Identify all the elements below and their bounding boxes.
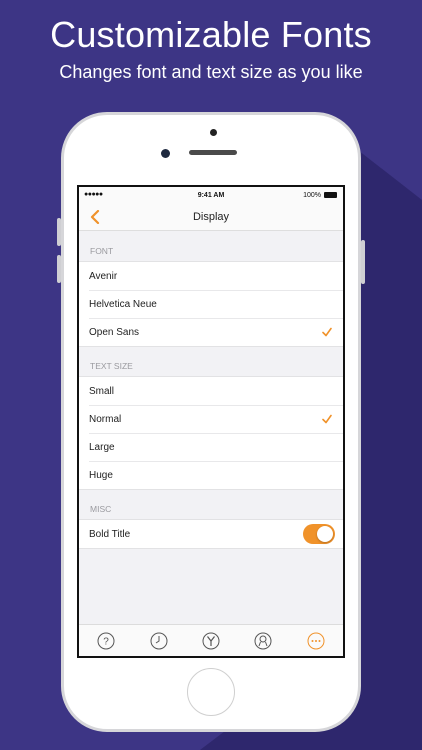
option-label: Large bbox=[89, 441, 115, 453]
font-option-helvetica-neue[interactable]: Helvetica Neue bbox=[79, 290, 343, 318]
volume-button bbox=[57, 218, 61, 246]
clock-icon[interactable] bbox=[150, 632, 168, 650]
option-label: Avenir bbox=[89, 270, 118, 282]
option-label: Helvetica Neue bbox=[89, 298, 157, 310]
text-size-group: Small Normal Large Huge bbox=[79, 376, 343, 490]
more-icon[interactable] bbox=[307, 632, 325, 650]
font-option-open-sans[interactable]: Open Sans bbox=[79, 318, 343, 346]
checkmark-icon bbox=[322, 327, 332, 337]
text-size-option-small[interactable]: Small bbox=[79, 377, 343, 405]
volume-button bbox=[57, 255, 61, 283]
battery-percent: 100% bbox=[303, 192, 321, 199]
option-label: Bold Title bbox=[89, 528, 131, 540]
option-label: Small bbox=[89, 385, 115, 397]
section-header-misc: MISC bbox=[90, 504, 112, 514]
question-icon[interactable]: ? bbox=[97, 632, 115, 650]
text-size-option-normal[interactable]: Normal bbox=[79, 405, 343, 433]
option-label: Normal bbox=[89, 413, 122, 425]
font-option-avenir[interactable]: Avenir bbox=[79, 262, 343, 290]
power-button bbox=[361, 240, 365, 284]
front-camera bbox=[161, 149, 170, 158]
section-header-font: FONT bbox=[90, 246, 114, 256]
y-combinator-icon[interactable] bbox=[202, 632, 220, 650]
navigation-bar: Display bbox=[79, 205, 343, 231]
text-size-option-huge[interactable]: Huge bbox=[79, 461, 343, 489]
phone-sensor bbox=[210, 129, 217, 136]
tab-bar: ? bbox=[79, 624, 343, 656]
text-size-option-large[interactable]: Large bbox=[79, 433, 343, 461]
phone-speaker bbox=[189, 150, 237, 155]
page-title: Display bbox=[192, 211, 230, 223]
user-icon[interactable] bbox=[254, 632, 272, 650]
promo-headline: Customizable Fonts bbox=[50, 14, 372, 55]
option-label: Open Sans bbox=[89, 326, 140, 338]
checkmark-icon bbox=[322, 414, 332, 424]
bold-title-row: Bold Title bbox=[79, 520, 343, 548]
battery-icon bbox=[324, 192, 337, 198]
home-button[interactable] bbox=[187, 668, 235, 716]
bold-title-toggle[interactable] bbox=[303, 524, 335, 544]
svg-text:?: ? bbox=[103, 637, 109, 648]
toggle-knob bbox=[317, 526, 333, 542]
status-bar: ●●●●● 9:41 AM 100% bbox=[79, 187, 343, 205]
promo-subhead: Changes font and text size as you like bbox=[59, 62, 363, 82]
option-label: Huge bbox=[89, 469, 113, 481]
font-group: Avenir Helvetica Neue Open Sans bbox=[79, 261, 343, 347]
misc-group: Bold Title bbox=[79, 519, 343, 549]
device-screen: ●●●●● 9:41 AM 100% Display FONT Avenir H… bbox=[77, 185, 345, 658]
section-header-text-size: TEXT SIZE bbox=[90, 361, 133, 371]
